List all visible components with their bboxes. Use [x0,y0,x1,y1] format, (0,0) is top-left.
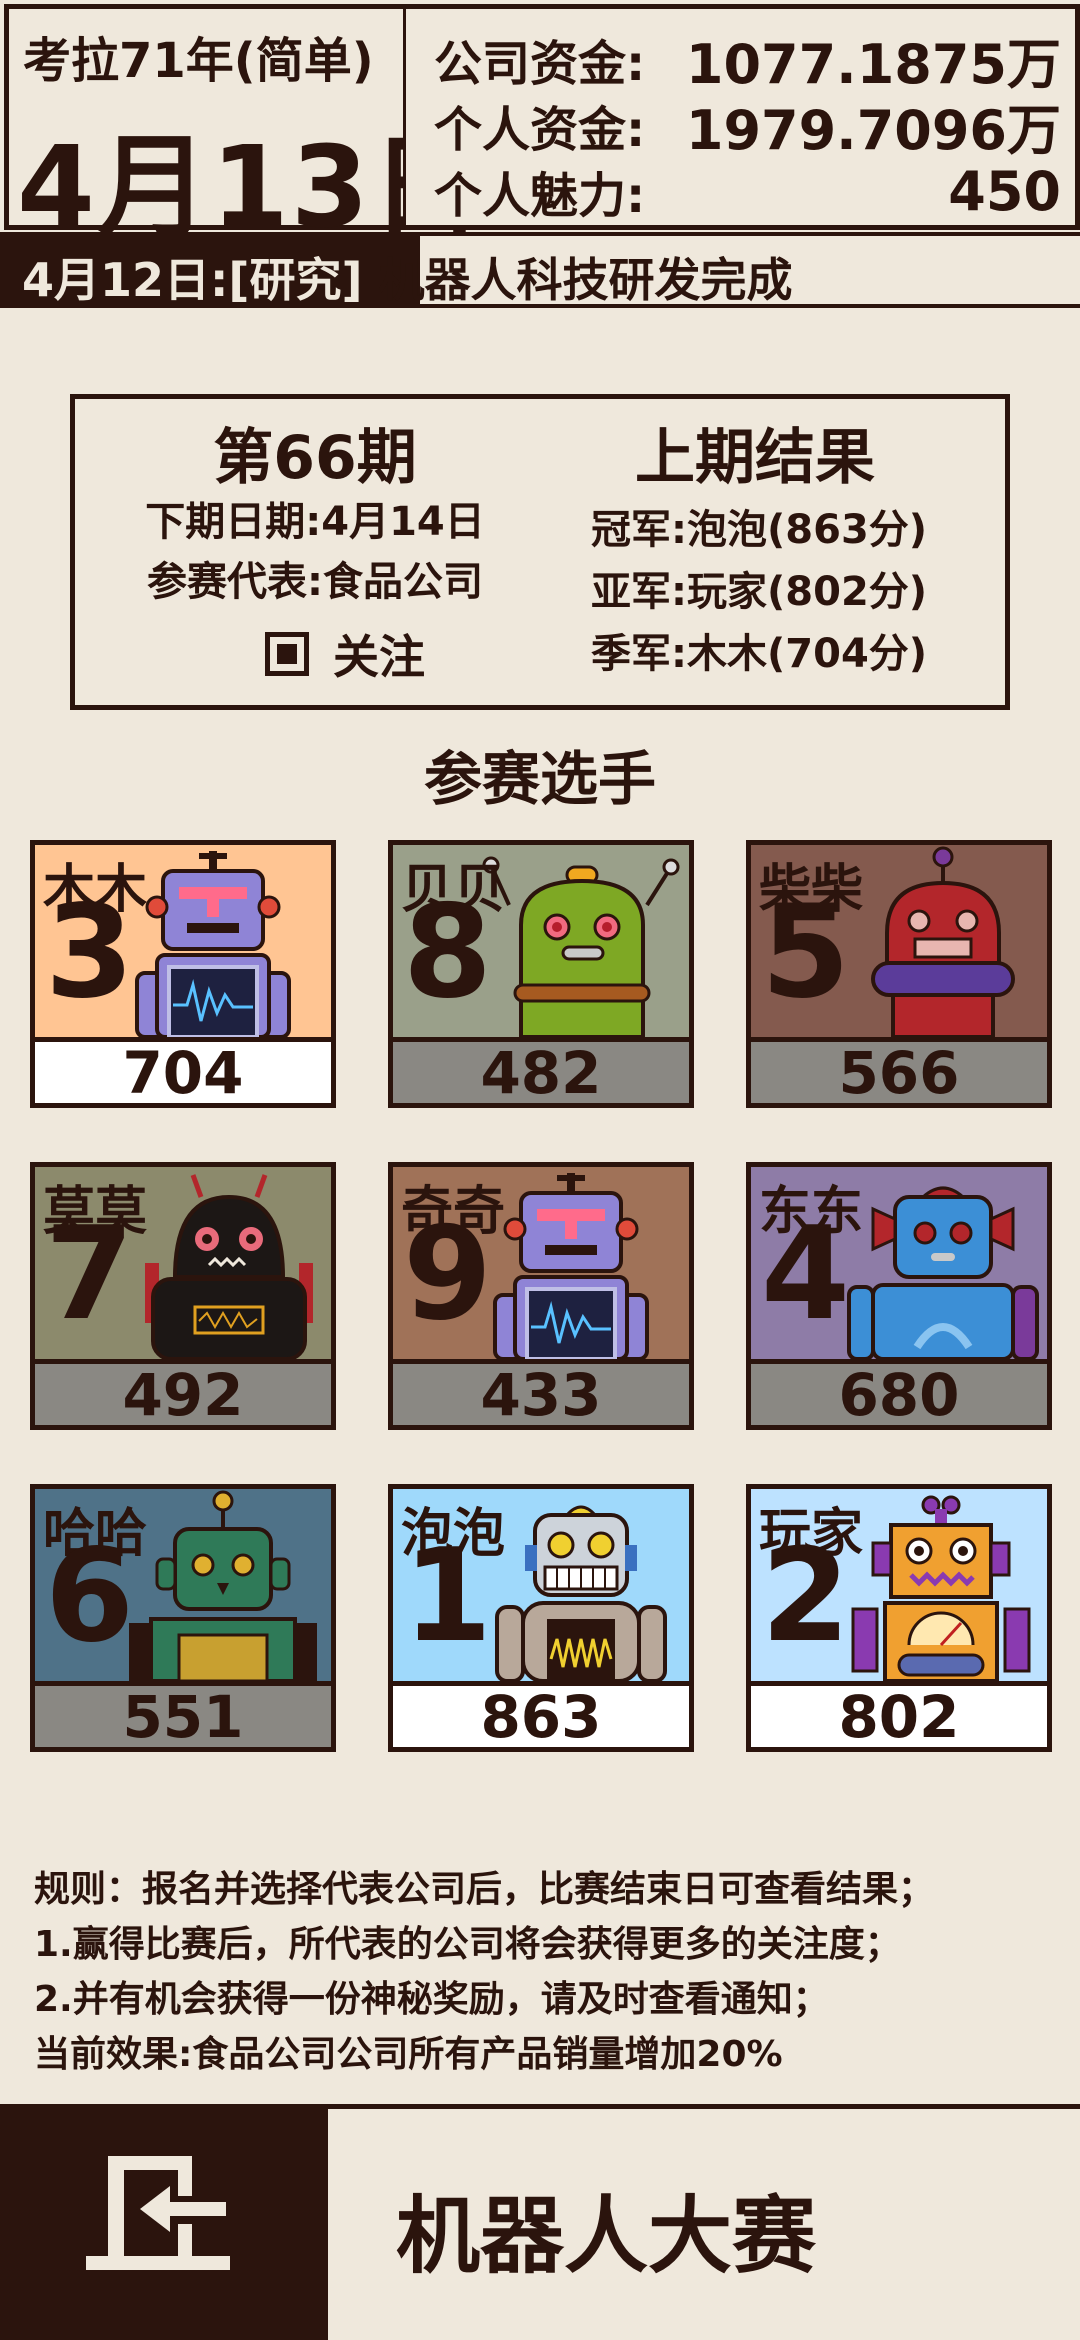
funds-panel: 公司资金: 1077.1875万 个人资金: 1979.7096万 个人魅力: … [406,4,1080,230]
news-text-light-part: 机器人科技研发完成 [378,253,793,307]
date-panel: 考拉71年(简单) 4月13日 [4,4,483,253]
green-cactus-robot-icon [482,856,680,1037]
contestant-number: 9 [403,1200,493,1349]
champion-result: 冠军:泡泡(863分) [591,507,928,553]
personal-funds-label: 个人资金: [434,102,646,158]
blue-classic-robot-icon [847,1186,1039,1359]
charisma-row: 个人魅力: 450 [434,159,1061,225]
contestant-card[interactable]: 泡泡 1 863 [388,1484,694,1752]
red-dome-robot-icon [871,846,1015,1037]
rule-line: 1.赢得比赛后，所代表的公司将会获得更多的关注度； [34,1924,901,1965]
page-title: 机器人大赛 [396,2187,817,2285]
green-antenna-robot-icon [129,1490,317,1681]
company-funds-label: 公司资金: [434,36,646,92]
contestant-number: 7 [45,1200,135,1349]
contestant-number: 2 [761,1522,851,1671]
purple-tv-robot-icon [493,1173,649,1359]
follow-toggle[interactable]: 关注 [265,621,425,687]
charisma-label: 个人魅力: [434,168,646,224]
news-text-dark-part: 4月12日:[研究] [22,253,363,307]
competition-info-panel: 第66期 下期日期:4月14日 参赛代表:食品公司 关注 上期结果 冠军:泡泡(… [70,394,1010,710]
rule-line: 2.并有机会获得一份神秘奖励，请及时查看通知； [34,1979,829,2020]
orange-gauge-robot-icon [851,1495,1031,1681]
contestant-number: 8 [403,878,493,1027]
contestant-card[interactable]: 奇奇 9 433 [388,1162,694,1430]
contestant-number: 5 [761,878,851,1027]
contestant-card[interactable]: 东东 4 680 [746,1162,1052,1430]
rules-text: 规则：报名并选择代表公司后，比赛结束日可查看结果； 1.赢得比赛后，所代表的公司… [34,1862,1054,2082]
purple-tv-robot-icon [135,851,291,1037]
company-funds-row: 公司资金: 1077.1875万 [434,27,1061,96]
contestant-number: 1 [403,1522,493,1671]
contestant-score: 704 [35,1037,331,1103]
contestant-card[interactable]: 莫莫 7 492 [30,1162,336,1430]
contestant-card[interactable]: 哈哈 6 551 [30,1484,336,1752]
contestants-title: 参赛选手 [423,745,656,813]
contestant-score: 492 [35,1359,331,1425]
follow-checkbox[interactable] [265,632,309,676]
contestant-score: 433 [393,1359,689,1425]
charisma-value: 450 [948,159,1061,223]
contestant-card[interactable]: 木木 3 704 [30,840,336,1108]
contestant-number: 3 [45,878,135,1027]
contestant-number: 4 [761,1200,851,1349]
contestant-score: 863 [393,1681,689,1747]
exit-door-icon [86,2156,230,2270]
rule-line: 当前效果:食品公司公司所有产品销量增加20% [34,2034,783,2075]
contestant-number: 6 [45,1522,135,1671]
status-header: 考拉71年(简单) 4月13日 公司资金: 1077.1875万 个人资金: 1… [0,0,1080,253]
representative: 参赛代表:食品公司 [147,559,483,605]
personal-funds-row: 个人资金: 1979.7096万 [434,93,1061,162]
year-mode-label: 考拉71年(简单) [23,33,374,89]
exit-button[interactable] [0,2104,328,2340]
personal-funds-value: 1979.7096万 [685,98,1061,162]
contestant-score: 482 [393,1037,689,1103]
contestant-score: 551 [35,1681,331,1747]
contestant-card[interactable]: 贝贝 8 482 [388,840,694,1108]
third-place-result: 季军:木木(704分) [591,631,928,677]
issue-number: 第66期 [213,423,417,493]
silver-skull-robot-icon [495,1505,667,1681]
contestant-score: 680 [751,1359,1047,1425]
runner-up-result: 亚军:玩家(802分) [591,569,928,615]
contestant-score: 802 [751,1681,1047,1747]
contestant-card[interactable]: 玩家 2 802 [746,1484,1052,1752]
news-text: 4月12日:[研究] 机器人科技研发完成 [22,244,792,310]
bottom-bar: 机器人大赛 [0,2104,1080,2340]
black-spider-robot-icon [145,1174,313,1359]
next-date: 下期日期:4月14日 [145,499,485,545]
last-result-title: 上期结果 [635,423,875,493]
news-ticker: 4月12日:[研究] 机器人科技研发完成 [0,232,1080,308]
contestant-card[interactable]: 柴柴 5 566 [746,840,1052,1108]
rule-line: 规则：报名并选择代表公司后，比赛结束日可查看结果； [34,1869,935,1910]
follow-label: 关注 [333,630,425,684]
contestant-score: 566 [751,1037,1047,1103]
